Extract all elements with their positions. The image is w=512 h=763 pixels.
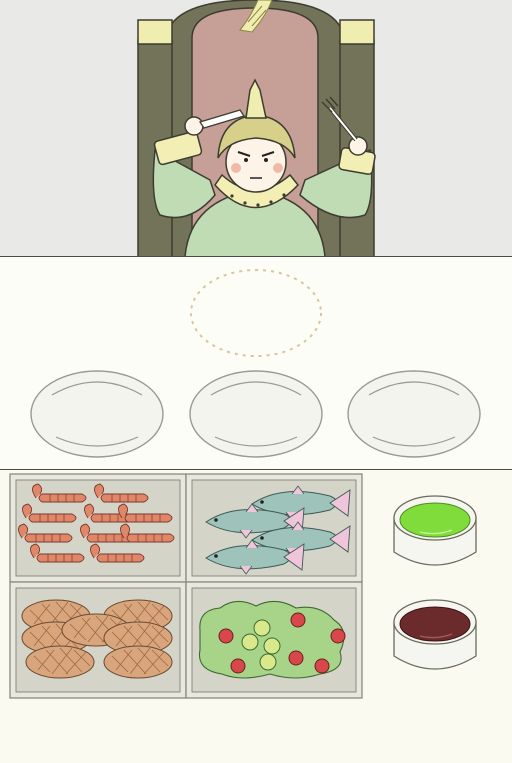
throne-cap-right — [339, 19, 375, 45]
plate-right[interactable] — [347, 370, 481, 458]
table-art — [30, 269, 481, 458]
throne-scene-art — [137, 0, 376, 257]
dining-table — [0, 257, 512, 469]
food-tray-area — [0, 470, 512, 763]
throne-cap-left — [137, 19, 173, 45]
steak-box[interactable] — [9, 581, 187, 699]
red-sauce-bowl-icon[interactable] — [393, 599, 477, 670]
fish-box[interactable] — [185, 473, 363, 583]
dotted-plate-target[interactable] — [190, 269, 322, 357]
green-sauce-bowl-icon[interactable] — [393, 495, 477, 566]
salad-box[interactable] — [185, 581, 363, 699]
salad-icon — [198, 600, 346, 679]
throne-room-scene — [0, 0, 512, 257]
plate-left[interactable] — [30, 370, 164, 458]
lobster-box[interactable] — [9, 473, 187, 583]
plate-center[interactable] — [189, 370, 323, 458]
tray-art — [9, 473, 477, 699]
